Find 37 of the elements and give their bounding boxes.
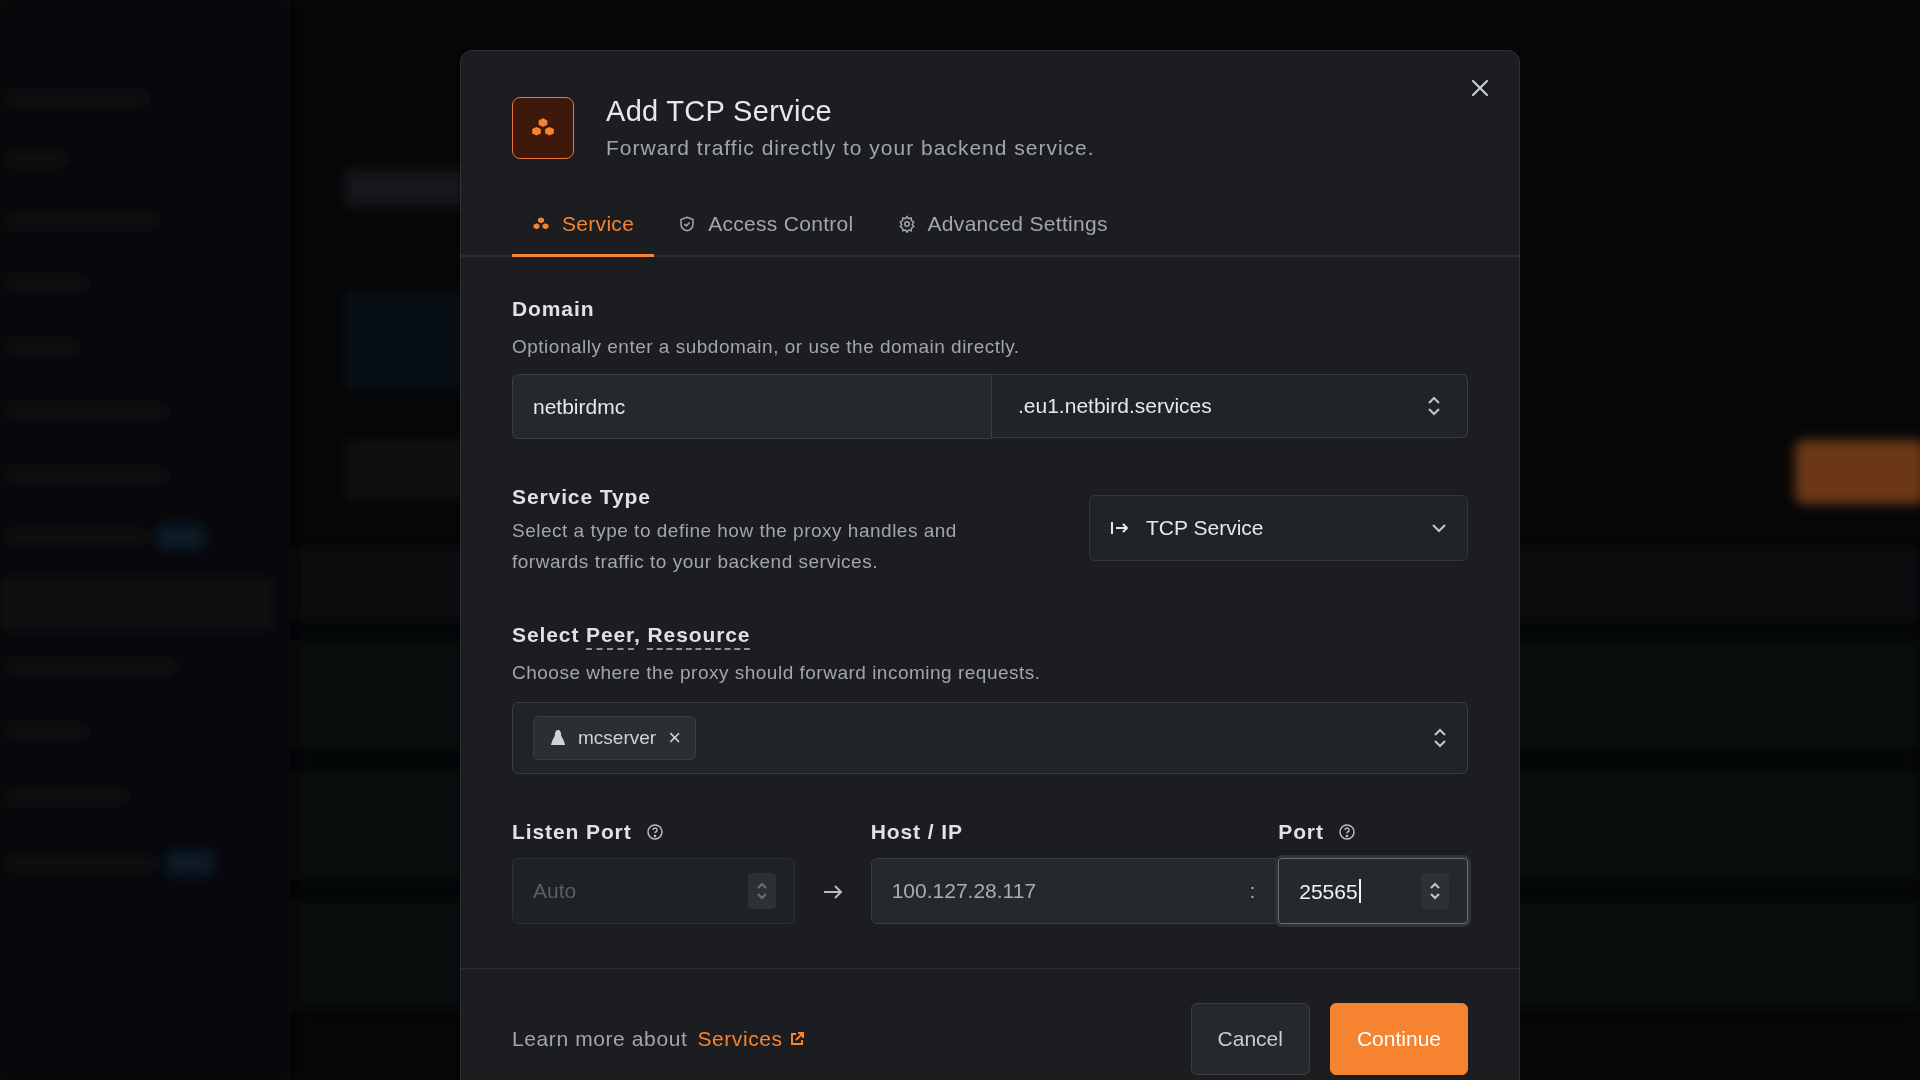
field-label: Service Type [512,485,652,509]
tab[interactable]: Access Control [658,200,874,257]
domain-select[interactable]: .eu1.netbird.services [992,374,1468,438]
dialog-title: Add TCP Service [606,95,833,128]
close-icon[interactable] [1471,79,1489,97]
field-hint: Select a type to define how the proxy handles and forwards traffic to your backend services. [512,519,958,574]
subdomain-input[interactable]: netbirdmc [512,374,992,439]
help-icon[interactable] [645,823,664,841]
footer-text: Learn more about [512,1027,688,1051]
peer-select[interactable]: mcserver × [512,702,1468,774]
field-hint: Optionally enter a subdomain, or use the domain directly. [512,335,1021,359]
field-label: Port [1278,820,1468,844]
field-label: Listen Port [512,820,795,844]
field-hint: Choose where the proxy should forward incoming requests. [512,661,1042,685]
help-icon[interactable] [1337,823,1356,841]
field-label: Domain [512,297,596,321]
services-link[interactable]: Services [697,1027,805,1051]
arrow-into-bar-icon [1110,519,1130,537]
external-link-icon [788,1031,805,1047]
tab[interactable]: Advanced Settings [877,200,1128,257]
settings-icon [897,215,916,233]
tab[interactable]: Service [512,200,655,257]
cancel-button[interactable]: Cancel [1190,1003,1310,1075]
chevron-down-icon [1431,523,1447,533]
shield-check-icon [678,215,697,233]
chevrons-up-down-icon [1427,395,1441,417]
service-type-dropdown[interactable]: TCP Service [1089,495,1468,561]
remove-icon[interactable]: × [668,725,681,751]
peer-tag: mcserver × [533,716,696,760]
dialog-subtitle: Forward traffic directly to your backend service. [606,136,1095,160]
stepper-icon[interactable] [1421,873,1449,909]
arrow-right-icon [822,884,843,900]
chevrons-up-down-icon [1433,727,1447,749]
field-label: Select Peer, Resource [512,623,1468,647]
field-label: Host / IP [870,820,964,844]
cubes-icon [512,96,574,159]
port-input[interactable]: 25565 [1278,858,1468,924]
